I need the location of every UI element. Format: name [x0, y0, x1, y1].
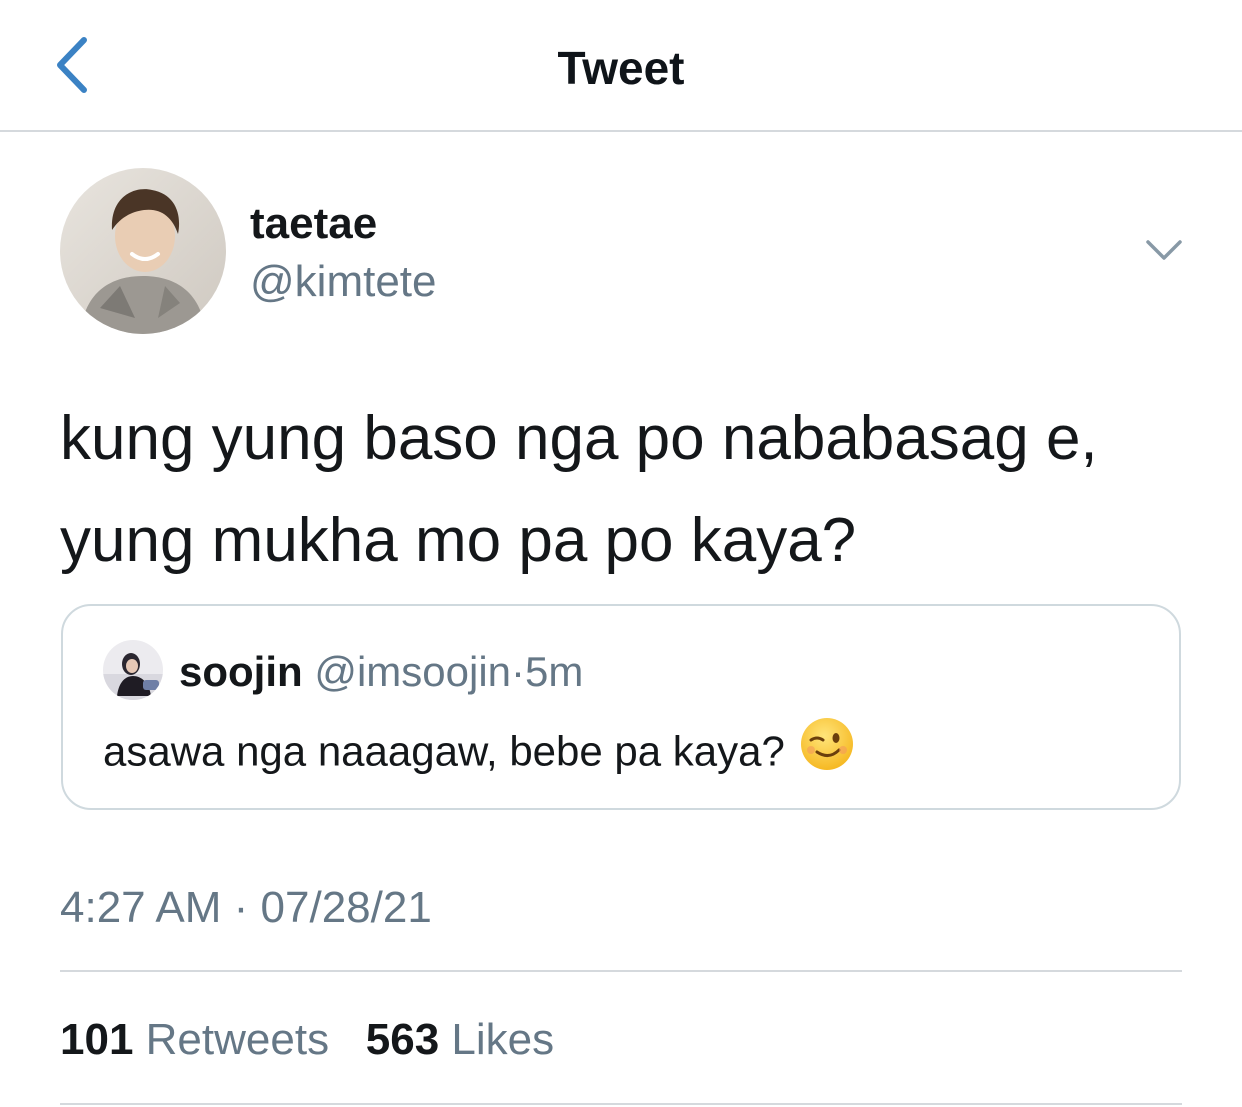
retweets-count: 101	[60, 1015, 134, 1064]
quoted-tweet-text: asawa nga naaagaw, bebe pa kaya?	[103, 718, 855, 785]
retweets-stat[interactable]: 101 Retweets	[60, 1012, 329, 1068]
top-nav-bar: Tweet	[0, 0, 1242, 132]
winking-face-emoji-icon	[799, 716, 855, 785]
quoted-tweet-header: soojin @imsoojin·5m	[179, 646, 583, 698]
tweet-timestamp: 4:27 AM · 07/28/21	[60, 883, 432, 932]
author-avatar[interactable]	[60, 168, 226, 334]
divider	[60, 970, 1182, 972]
retweets-label: Retweets	[145, 1015, 330, 1064]
chevron-down-icon	[1146, 240, 1182, 260]
likes-label: Likes	[451, 1015, 555, 1064]
tweet-text: kung yung baso nga po nababasag e, yung …	[60, 404, 1098, 575]
quoted-separator: ·	[511, 648, 526, 695]
quoted-tweet-card[interactable]: soojin @imsoojin·5m asawa nga naaagaw, b…	[61, 604, 1181, 810]
page-title: Tweet	[557, 42, 685, 94]
quoted-author-avatar	[103, 640, 163, 700]
quoted-timestamp: 5m	[525, 648, 584, 695]
likes-count: 563	[365, 1015, 440, 1064]
quoted-author-name: soojin	[179, 648, 303, 695]
quoted-author-handle: @imsoojin	[314, 648, 512, 695]
likes-stat[interactable]: 563 Likes	[366, 1012, 554, 1068]
author-handle[interactable]: @kimtete	[250, 254, 436, 310]
quoted-tweet-text-content: asawa nga naaagaw, bebe pa kaya?	[103, 727, 785, 775]
tweet-stats: 101 Retweets 563 Likes	[60, 1012, 554, 1068]
divider	[60, 1103, 1182, 1105]
more-options-button[interactable]	[1140, 232, 1188, 268]
author-display-name[interactable]: taetae	[250, 196, 377, 252]
